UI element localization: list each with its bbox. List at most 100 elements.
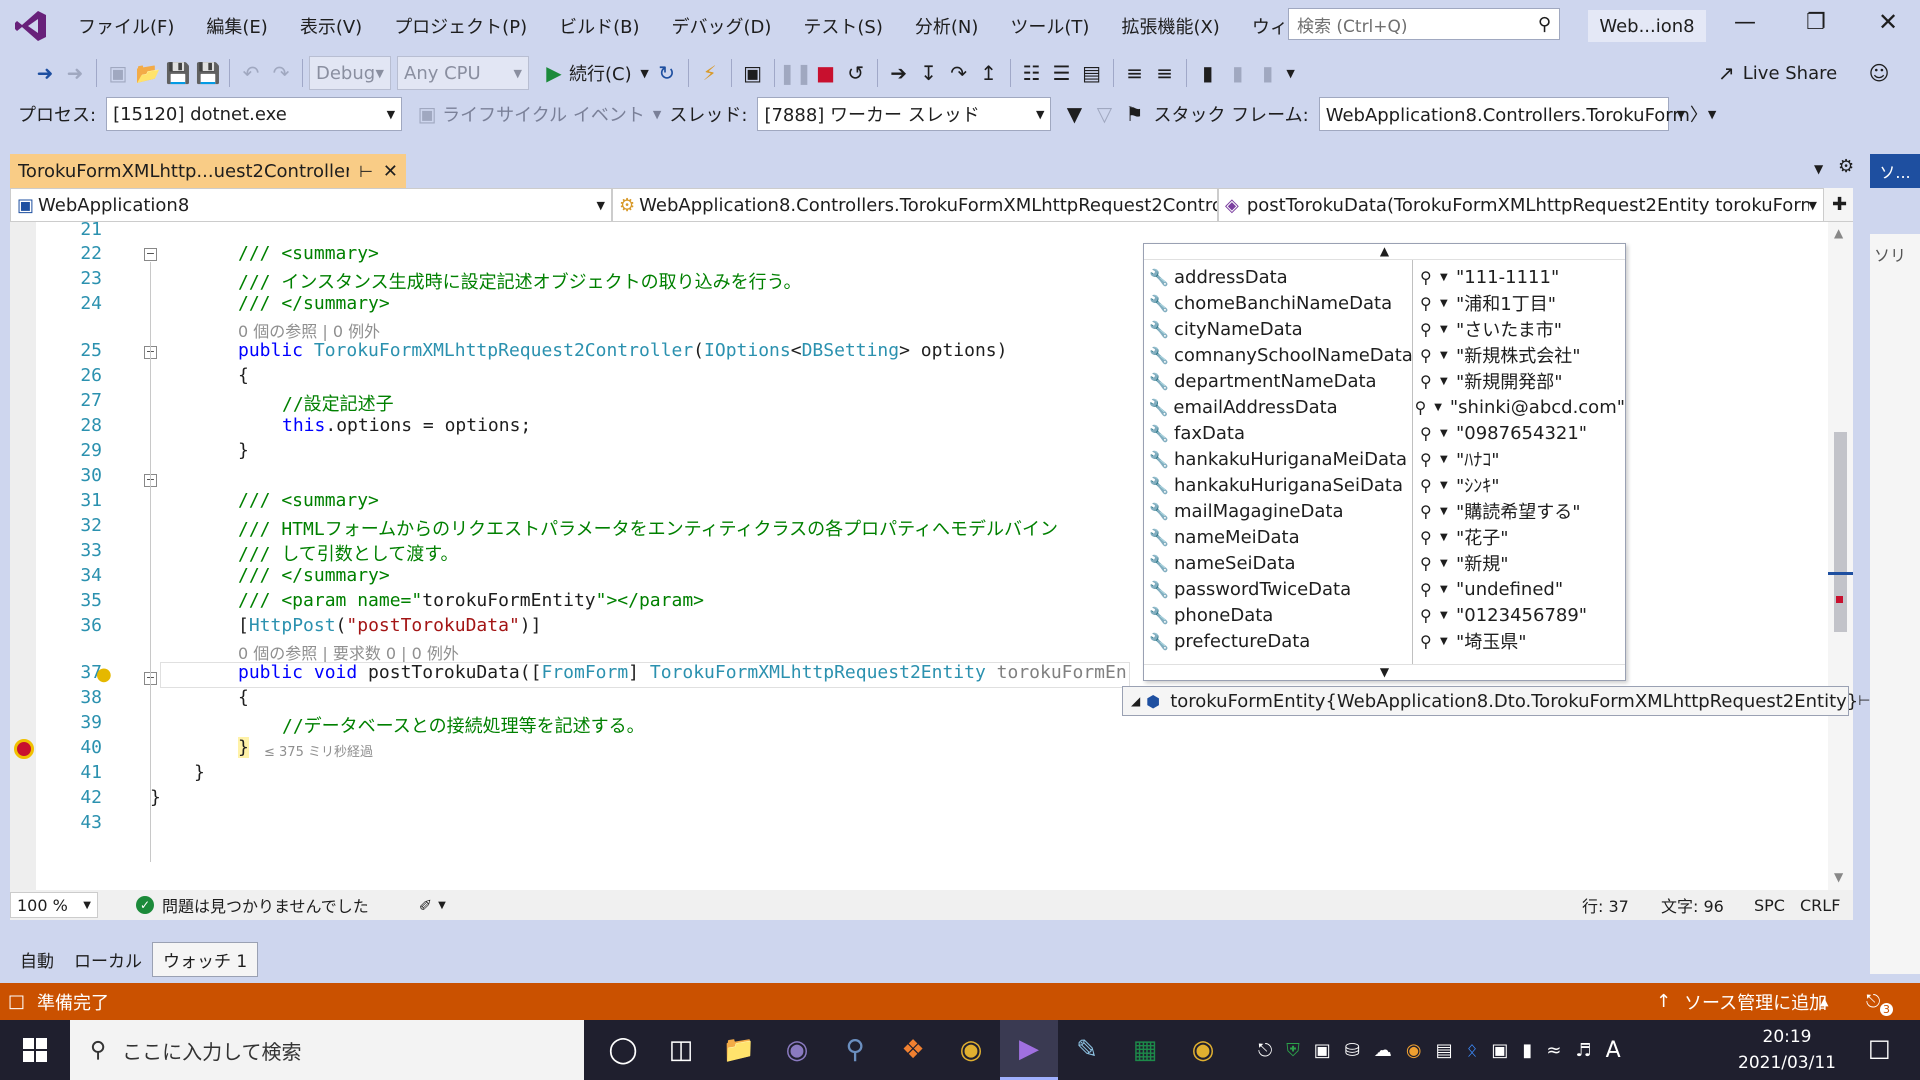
refresh-icon[interactable]: ↻ bbox=[652, 58, 682, 88]
chevron-down-icon[interactable]: ▼ bbox=[1440, 532, 1456, 543]
network-drive-icon[interactable]: ▣ bbox=[1491, 1040, 1508, 1061]
stop-icon[interactable]: ■ bbox=[811, 58, 841, 88]
breakpoints-icon[interactable]: ☷ bbox=[1017, 58, 1047, 88]
tab-list-icon[interactable]: ▼ bbox=[1814, 162, 1823, 176]
toolbar-options-icon[interactable]: ▼ bbox=[1283, 58, 1299, 88]
feedback-icon[interactable]: ☺ bbox=[1864, 58, 1894, 88]
issues-status[interactable]: 問題は見つかりませんでした bbox=[162, 893, 369, 917]
ime-indicator[interactable]: A bbox=[1606, 1038, 1621, 1063]
chevron-down-icon[interactable]: ▼ bbox=[1440, 376, 1456, 387]
undo-icon[interactable]: ↶ bbox=[236, 58, 266, 88]
windows-start-icon[interactable] bbox=[0, 1020, 70, 1080]
datatip-row[interactable]: 🔧 cityNameData ⚲ ▼ "さいたま市" bbox=[1144, 316, 1625, 342]
eclipse-icon[interactable]: ◉ bbox=[768, 1020, 826, 1080]
datatip-scroll-up-icon[interactable]: ▲ bbox=[1144, 244, 1625, 260]
output-icon[interactable]: □ bbox=[8, 991, 25, 1012]
datatip-row[interactable]: 🔧 faxData ⚲ ▼ "0987654321" bbox=[1144, 420, 1625, 446]
datatip-prop-value[interactable]: "浦和1丁目" bbox=[1456, 290, 1556, 316]
menu-item[interactable]: プロジェクト(P) bbox=[378, 0, 543, 52]
process-dropdown[interactable]: [15120] dotnet.exe ▼ bbox=[106, 97, 403, 131]
codelens-37[interactable]: 0 個の参照 | 要求数 0 | 0 例外 bbox=[238, 640, 459, 664]
magnifier-icon[interactable]: ⚲ bbox=[1420, 294, 1440, 313]
menu-item[interactable]: ツール(T) bbox=[994, 0, 1105, 52]
lightbulb-icon[interactable]: ● bbox=[96, 664, 112, 685]
chevron-down-icon[interactable]: ▼ bbox=[1440, 584, 1456, 595]
tray-app-icon[interactable]: ▣ bbox=[1314, 1040, 1331, 1061]
tray-app-icon-4[interactable]: ▤ bbox=[1436, 1040, 1453, 1061]
magnifier-icon[interactable]: ⚲ bbox=[1420, 580, 1440, 599]
bookmark-icon[interactable]: ▮ bbox=[1193, 58, 1223, 88]
continue-button[interactable]: 続行(C) bbox=[569, 60, 632, 86]
tray-app-icon-3[interactable]: ◉ bbox=[1406, 1040, 1422, 1061]
datatip-row[interactable]: 🔧 nameSeiData ⚲ ▼ "新規" bbox=[1144, 550, 1625, 576]
menu-item[interactable]: 分析(N) bbox=[899, 0, 995, 52]
chevron-down-icon[interactable]: ▼ bbox=[438, 900, 446, 911]
solution-explorer-tab[interactable]: ソ... bbox=[1870, 154, 1920, 188]
vertical-scrollbar[interactable]: ▲ ▼ bbox=[1828, 222, 1853, 890]
close-icon[interactable]: ✕ bbox=[383, 161, 398, 182]
menu-item[interactable]: 表示(V) bbox=[284, 0, 378, 52]
datatip-prop-value[interactable]: "新規" bbox=[1456, 550, 1509, 576]
codelens-25[interactable]: 0 個の参照 | 0 例外 bbox=[238, 318, 380, 342]
tab-auto[interactable]: 自動 bbox=[10, 943, 64, 976]
platform-dropdown[interactable]: Any CPU ▼ bbox=[397, 56, 529, 90]
datatip-row[interactable]: 🔧 hankakuHuriganaSeiData ⚲ ▼ "ｼﾝｷ" bbox=[1144, 472, 1625, 498]
datatip-expanded[interactable]: ▲ 🔧 addressData ⚲ ▼ "111-1111" 🔧 chomeBanchiNa… bbox=[1143, 243, 1626, 681]
datatip-row[interactable]: 🔧 departmentNameData ⚲ ▼ "新規開発部" bbox=[1144, 368, 1625, 394]
indent-mode[interactable]: SPC bbox=[1754, 896, 1785, 915]
datatip-root-row[interactable]: ◢ ⬢ torokuFormEntity {WebApplication8.Dt… bbox=[1122, 686, 1870, 716]
toolbar-overflow-icon[interactable]: ▼ bbox=[1677, 108, 1685, 121]
stack-frame-dropdown[interactable]: WebApplication8.Controllers.TorokuForm〉 ▼ bbox=[1318, 97, 1716, 131]
menu-item[interactable]: 拡張機能(X) bbox=[1105, 0, 1235, 52]
chevron-down-icon[interactable]: ▼ bbox=[1440, 636, 1456, 647]
menu-item[interactable]: デバッグ(D) bbox=[656, 0, 788, 52]
task-view-icon[interactable]: ◫ bbox=[652, 1020, 710, 1080]
magnifier-icon[interactable]: ⚲ bbox=[1420, 632, 1440, 651]
magnifier-icon[interactable]: ⚲ bbox=[1420, 502, 1440, 521]
save-all-icon[interactable]: 💾 bbox=[193, 58, 223, 88]
datatip-row[interactable]: 🔧 chomeBanchiNameData ⚲ ▼ "浦和1丁目" bbox=[1144, 290, 1625, 316]
datatip-prop-value[interactable]: "ﾊﾅｺ" bbox=[1456, 446, 1500, 472]
taskbar-search-box[interactable]: ⚲ ここに入力して検索 bbox=[70, 1020, 584, 1080]
class-dropdown[interactable]: ⚙ WebApplication8.Controllers.TorokuFormX… bbox=[612, 188, 1218, 222]
indent-icon[interactable]: ≡ bbox=[1120, 58, 1150, 88]
pin-icon[interactable]: ⊢ bbox=[359, 162, 373, 181]
live-share-button[interactable]: ↗ Live Share bbox=[1718, 58, 1837, 88]
magnifier-icon[interactable]: ⚲ bbox=[1420, 528, 1440, 547]
magnifier-icon[interactable]: ⚲ bbox=[1420, 268, 1440, 287]
datatip-prop-value[interactable]: "0987654321" bbox=[1456, 423, 1587, 444]
bluetooth-icon[interactable]: ᛟ bbox=[1467, 1040, 1478, 1061]
thread-dropdown[interactable]: [7888] ワーカー スレッド ▼ bbox=[757, 97, 1052, 131]
show-next-statement-icon[interactable]: ➔ bbox=[884, 58, 914, 88]
zoom-dropdown[interactable]: 100 % ▼ bbox=[10, 892, 98, 918]
pause-icon[interactable]: ❚❚ bbox=[779, 58, 813, 88]
gear-icon[interactable]: ⚙ bbox=[1838, 156, 1854, 177]
back-icon[interactable]: ➜ bbox=[30, 58, 60, 88]
menu-item[interactable]: 編集(E) bbox=[190, 0, 283, 52]
chevron-down-icon[interactable]: ▼ bbox=[653, 108, 661, 121]
cortana-icon[interactable]: ◯ bbox=[594, 1020, 652, 1080]
datatip-row[interactable]: 🔧 prefectureData ⚲ ▼ "埼玉県" bbox=[1144, 628, 1625, 654]
database-icon[interactable]: ⛁ bbox=[1345, 1040, 1360, 1061]
chevron-down-icon[interactable]: ▼ bbox=[638, 58, 652, 88]
notepad-icon[interactable]: ✎ bbox=[1058, 1020, 1116, 1080]
chevron-down-icon[interactable]: ▼ bbox=[1440, 298, 1456, 309]
notification-bell-icon[interactable]: ⎋ bbox=[1866, 991, 1880, 1012]
datatip-row[interactable]: 🔧 addressData ⚲ ▼ "111-1111" bbox=[1144, 264, 1625, 290]
magnifier-icon[interactable]: ⚲ bbox=[1420, 320, 1440, 339]
excel-icon[interactable]: ▦ bbox=[1116, 1020, 1174, 1080]
file-explorer-icon[interactable]: 📁 bbox=[710, 1020, 768, 1080]
new-project-icon[interactable]: ▣ bbox=[103, 58, 133, 88]
datatip-prop-value[interactable]: "shinki@abcd.com" bbox=[1450, 397, 1625, 418]
chevron-down-icon[interactable]: ▼ bbox=[1440, 480, 1456, 491]
project-dropdown[interactable]: ▣ WebApplication8 ▼ bbox=[10, 188, 612, 222]
minimize-icon[interactable]: — bbox=[1734, 10, 1756, 35]
magnifier-icon[interactable]: ⚲ bbox=[1420, 372, 1440, 391]
tray-app-icon-2[interactable]: ☁ bbox=[1374, 1040, 1392, 1061]
chevron-down-icon[interactable]: ▼ bbox=[1440, 428, 1456, 439]
chevron-up-icon[interactable]: ▲ bbox=[1820, 995, 1828, 1008]
browser-link-icon[interactable]: ▣ bbox=[738, 58, 768, 88]
tab-watch-1[interactable]: ウォッチ 1 bbox=[152, 941, 259, 977]
datatip-prop-value[interactable]: "新規株式会社" bbox=[1456, 342, 1581, 368]
menu-item[interactable]: ファイル(F) bbox=[62, 0, 190, 52]
